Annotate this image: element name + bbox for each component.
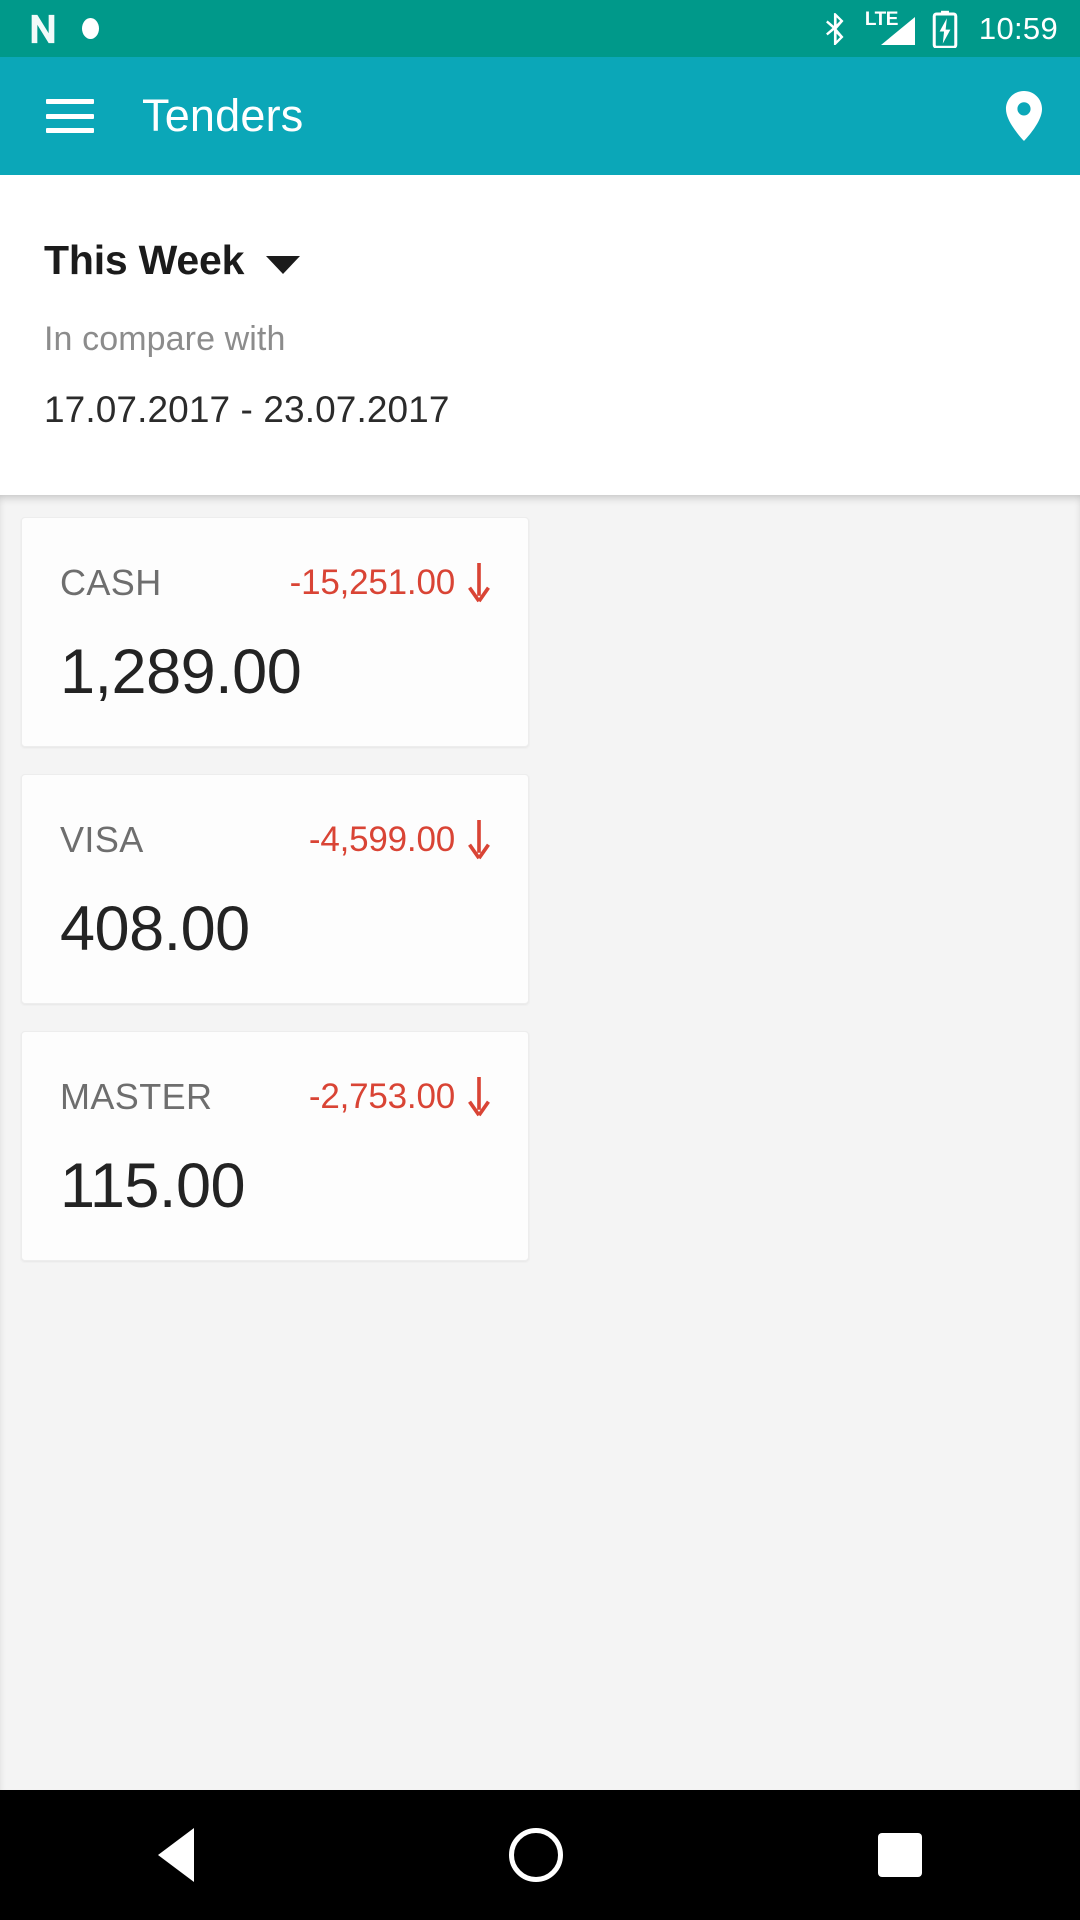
arrow-down-icon: [468, 820, 490, 860]
hamburger-line: [46, 99, 94, 104]
tenders-card-grid: CASH -15,251.00 1,289.00 VISA -4,599.00: [21, 517, 1059, 1261]
tender-trend: -2,753.00: [309, 1077, 490, 1117]
date-range-label[interactable]: 17.07.2017 - 23.07.2017: [44, 389, 1080, 431]
tenders-cards-area: CASH -15,251.00 1,289.00 VISA -4,599.00: [0, 495, 1080, 1790]
tender-value: 408.00: [60, 894, 250, 964]
arrow-down-icon: [468, 1077, 490, 1117]
arrow-down-icon: [468, 563, 490, 603]
page-title: Tenders: [142, 90, 304, 141]
tender-delta: -2,753.00: [308, 1077, 455, 1116]
period-label: This Week: [44, 237, 245, 283]
chevron-down-icon[interactable]: [266, 255, 301, 274]
status-bar-left-icons: [26, 12, 99, 46]
tender-card[interactable]: CASH -15,251.00 1,289.00: [21, 517, 529, 747]
tender-name: CASH: [60, 562, 162, 603]
compare-label: In compare with: [44, 320, 286, 358]
lte-signal-icon: LTE: [865, 10, 915, 47]
tender-value: 115.00: [60, 1151, 246, 1221]
signal-strength-icon: [880, 16, 915, 45]
status-bar-clock: 10:59: [978, 11, 1058, 46]
location-pin-icon[interactable]: [1002, 90, 1046, 142]
recents-square-icon[interactable]: [878, 1833, 923, 1877]
status-bar: LTE 10:59: [0, 0, 1080, 57]
tender-trend: -15,251.00: [290, 563, 490, 603]
tender-trend: -4,599.00: [309, 820, 490, 860]
hamburger-line: [46, 113, 94, 119]
n-logo-icon: [31, 14, 55, 43]
android-navigation-bar: [0, 1790, 1080, 1920]
dot-icon: [82, 18, 99, 39]
tender-value: 1,289.00: [60, 637, 302, 707]
hamburger-line: [46, 128, 94, 133]
battery-charging-icon: [932, 10, 958, 48]
tender-card-header: MASTER -2,753.00: [60, 1076, 490, 1118]
app-bar: Tenders: [0, 57, 1080, 175]
filter-panel: This Week In compare with 17.07.2017 - 2…: [0, 175, 1080, 495]
tender-delta: -15,251.00: [289, 563, 456, 602]
tender-card-header: VISA -4,599.00: [60, 819, 490, 861]
period-selector[interactable]: This Week: [44, 237, 1080, 284]
tender-name: MASTER: [60, 1076, 213, 1117]
bluetooth-icon: [825, 12, 844, 45]
tender-card[interactable]: VISA -4,599.00 408.00: [21, 774, 529, 1004]
tender-name: VISA: [60, 819, 144, 860]
phone-screen: LTE 10:59 Tenders This Week In compare w…: [0, 0, 1080, 1920]
status-bar-right-icons: LTE 10:59: [822, 10, 1058, 48]
back-triangle-icon[interactable]: [157, 1828, 194, 1882]
tender-delta: -4,599.00: [308, 820, 455, 859]
tender-card-header: CASH -15,251.00: [60, 562, 490, 604]
tender-card[interactable]: MASTER -2,753.00 115.00: [21, 1031, 529, 1261]
hamburger-menu-icon[interactable]: [46, 99, 94, 133]
home-circle-icon[interactable]: [508, 1828, 563, 1882]
